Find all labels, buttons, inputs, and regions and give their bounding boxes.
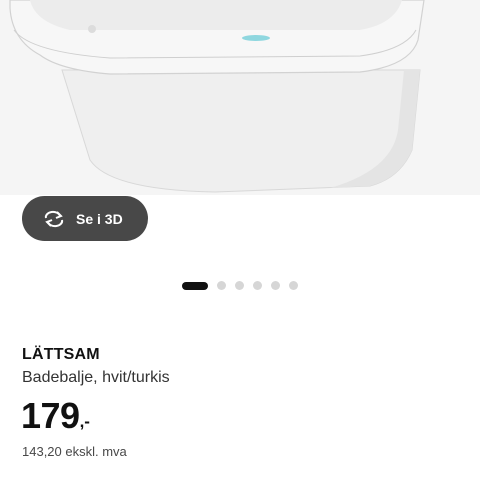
view-3d-label: Se i 3D — [76, 210, 123, 227]
product-image[interactable] — [0, 0, 480, 195]
bathtub-illustration — [9, 0, 425, 193]
product-price: 179 ,- — [21, 395, 90, 443]
carousel-indicator — [182, 281, 307, 290]
rotate-3d-icon — [42, 209, 66, 229]
price-main: 179 — [21, 395, 80, 436]
carousel-dot[interactable] — [217, 281, 226, 290]
carousel-dot[interactable] — [271, 281, 280, 290]
carousel-dot-active[interactable] — [182, 281, 208, 290]
carousel-dot[interactable] — [289, 281, 298, 290]
product-name: LÄTTSAM — [22, 346, 100, 363]
price-suffix: ,- — [79, 412, 90, 431]
carousel-dot[interactable] — [253, 281, 262, 290]
product-description: Badebalje, hvit/turkis — [22, 369, 170, 386]
view-3d-button[interactable]: Se i 3D — [22, 196, 148, 241]
price-ex-vat: 143,20 ekskl. mva — [22, 444, 127, 459]
carousel-dot[interactable] — [235, 281, 244, 290]
